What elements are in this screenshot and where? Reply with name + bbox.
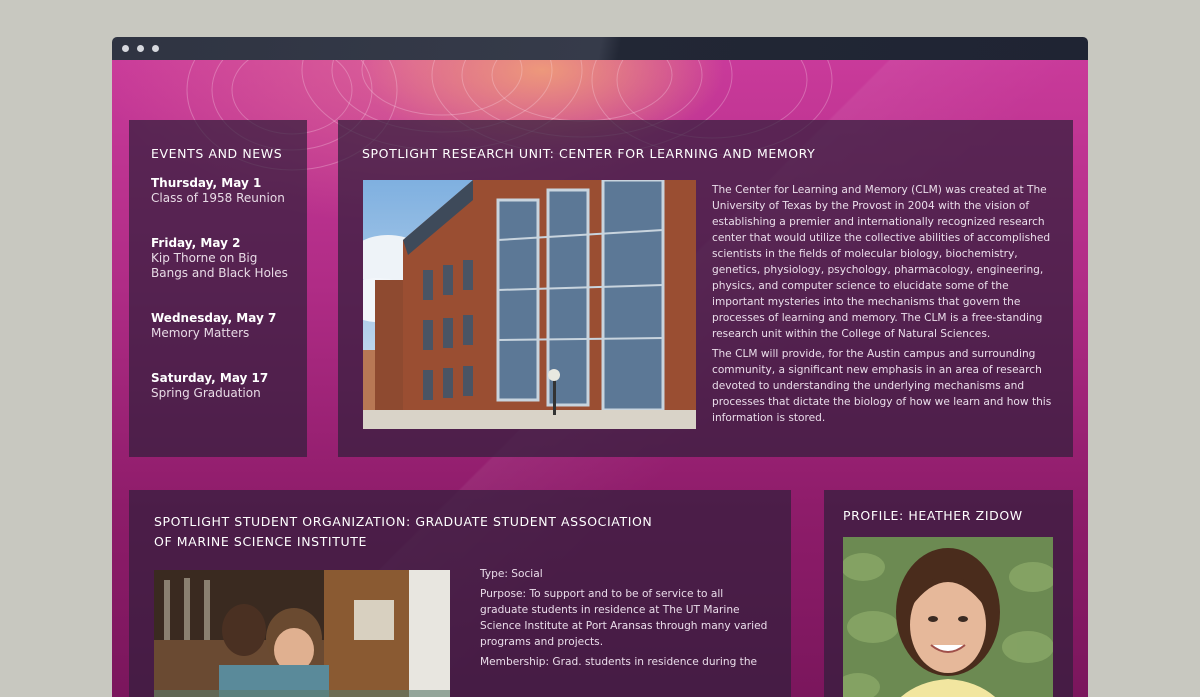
window-control-dot[interactable] (152, 45, 159, 52)
window-control-dot[interactable] (137, 45, 144, 52)
student-org-panel: SPOTLIGHT STUDENT ORGANIZATION: GRADUATE… (129, 490, 791, 697)
events-title: EVENTS AND NEWS (151, 146, 283, 161)
event-item[interactable]: Wednesday, May 7 Memory Matters (151, 311, 291, 341)
event-item[interactable]: Friday, May 2 Kip Thorne on Big Bangs an… (151, 236, 291, 281)
research-panel: SPOTLIGHT RESEARCH UNIT: CENTER FOR LEAR… (338, 120, 1073, 457)
student-org-title-line: OF MARINE SCIENCE INSTITUTE (154, 534, 367, 549)
profile-title: PROFILE: HEATHER ZIDOW (843, 508, 1023, 523)
profile-photo (843, 537, 1053, 697)
event-description: Memory Matters (151, 326, 250, 340)
window-titlebar (112, 37, 1088, 60)
event-item[interactable]: Thursday, May 1 Class of 1958 Reunion (151, 176, 291, 206)
org-type-label: Type: (480, 568, 508, 580)
research-title: SPOTLIGHT RESEARCH UNIT: CENTER FOR LEAR… (362, 146, 816, 161)
org-membership: Membership: Grad. students in residence … (480, 654, 770, 670)
events-panel: EVENTS AND NEWS Thursday, May 1 Class of… (129, 120, 307, 457)
org-purpose-label: Purpose: (480, 588, 527, 600)
org-membership-value: Grad. students in residence during the (552, 656, 758, 668)
org-type: Type: Social (480, 566, 770, 582)
research-description: The Center for Learning and Memory (CLM)… (712, 182, 1052, 426)
event-date: Thursday, May 1 (151, 176, 262, 190)
event-date: Saturday, May 17 (151, 371, 269, 385)
event-item[interactable]: Saturday, May 17 Spring Graduation (151, 371, 291, 401)
profile-panel: PROFILE: HEATHER ZIDOW (824, 490, 1073, 697)
event-description: Spring Graduation (151, 386, 261, 400)
org-membership-label: Membership: (480, 656, 550, 668)
student-org-details: Type: Social Purpose: To support and to … (480, 566, 770, 670)
student-org-photo (154, 570, 450, 697)
event-date: Wednesday, May 7 (151, 311, 277, 325)
browser-window: EVENTS AND NEWS Thursday, May 1 Class of… (112, 37, 1088, 697)
student-org-title: SPOTLIGHT STUDENT ORGANIZATION: GRADUATE… (154, 512, 652, 552)
window-control-dot[interactable] (122, 45, 129, 52)
org-purpose: Purpose: To support and to be of service… (480, 586, 770, 650)
page-canvas: EVENTS AND NEWS Thursday, May 1 Class of… (112, 60, 1088, 697)
event-description: Kip Thorne on Big Bangs and Black Holes (151, 251, 288, 280)
clm-building-photo (363, 180, 696, 429)
student-org-title-line: SPOTLIGHT STUDENT ORGANIZATION: GRADUATE… (154, 514, 653, 529)
org-type-value: Social (511, 568, 543, 580)
event-description: Class of 1958 Reunion (151, 191, 285, 205)
research-paragraph: The Center for Learning and Memory (CLM)… (712, 184, 1051, 340)
research-paragraph: The CLM will provide, for the Austin cam… (712, 348, 1052, 424)
event-date: Friday, May 2 (151, 236, 241, 250)
